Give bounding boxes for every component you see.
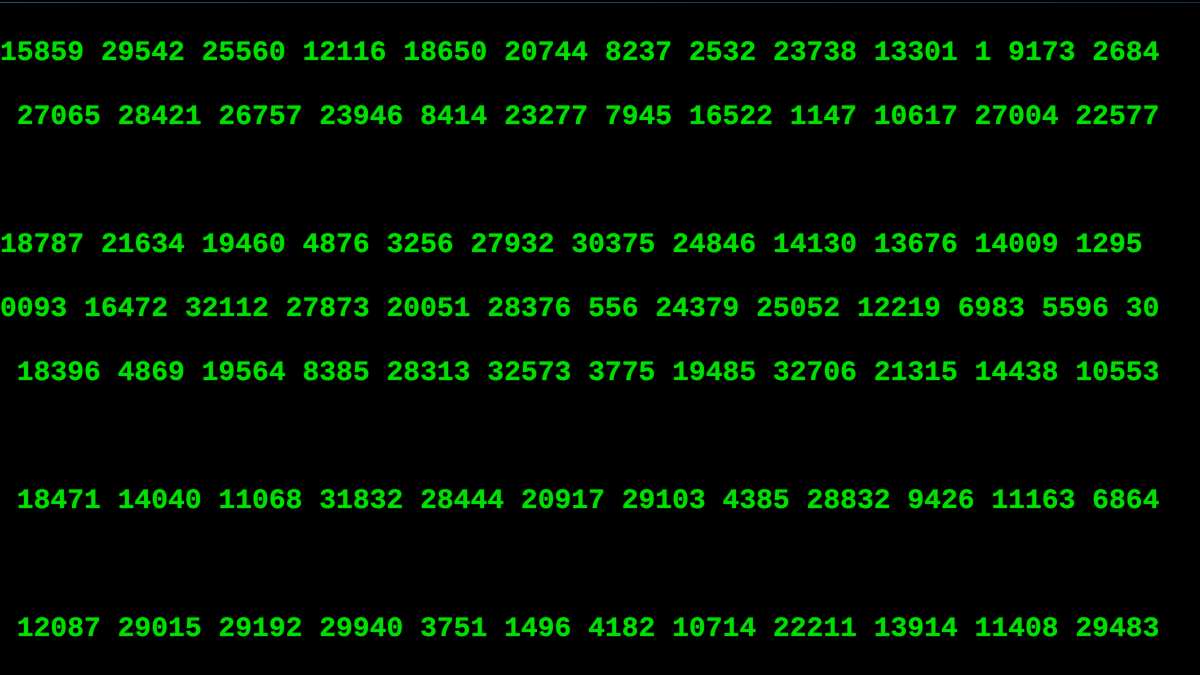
output-line: 18471 14040 11068 31832 28444 20917 2910… <box>0 486 1200 518</box>
output-line: 18396 4869 19564 8385 28313 32573 3775 1… <box>0 358 1200 390</box>
terminal-output: 15859 29542 25560 12116 18650 20744 8237… <box>0 6 1200 675</box>
output-line: 18787 21634 19460 4876 3256 27932 30375 … <box>0 230 1200 262</box>
output-line: 0093 16472 32112 27873 20051 28376 556 2… <box>0 294 1200 326</box>
output-blank-line <box>0 422 1200 454</box>
output-blank-line <box>0 550 1200 582</box>
output-line: 27065 28421 26757 23946 8414 23277 7945 … <box>0 102 1200 134</box>
output-line: 12087 29015 29192 29940 3751 1496 4182 1… <box>0 614 1200 646</box>
window-top-border <box>0 2 1200 3</box>
output-blank-line <box>0 166 1200 198</box>
output-line: 15859 29542 25560 12116 18650 20744 8237… <box>0 38 1200 70</box>
